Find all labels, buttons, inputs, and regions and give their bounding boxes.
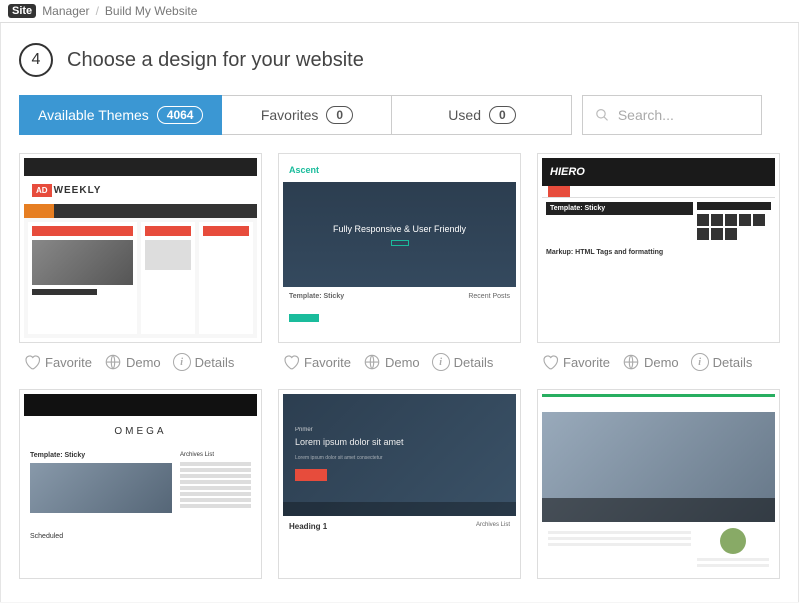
globe-icon bbox=[622, 353, 640, 371]
details-button[interactable]: iDetails bbox=[428, 351, 498, 373]
step-number-circle: 4 bbox=[19, 43, 53, 77]
theme-thumb-green[interactable] bbox=[537, 389, 780, 579]
details-button[interactable]: iDetails bbox=[169, 351, 239, 373]
tab-used-count: 0 bbox=[489, 106, 516, 124]
theme-card: Ascent Fully Responsive & User Friendly … bbox=[278, 153, 521, 373]
tab-favorites-count: 0 bbox=[326, 106, 353, 124]
breadcrumb-sep: / bbox=[96, 4, 99, 18]
globe-icon bbox=[104, 353, 122, 371]
favorite-button[interactable]: Favorite bbox=[537, 351, 614, 373]
theme-actions: Favorite Demo iDetails bbox=[537, 351, 780, 373]
breadcrumb: Site Manager / Build My Website bbox=[0, 0, 799, 23]
theme-card: ADWEEKLY Favorite Demo iDetails bbox=[19, 153, 262, 373]
heart-icon bbox=[282, 353, 300, 371]
site-badge: Site bbox=[8, 4, 36, 18]
globe-icon bbox=[363, 353, 381, 371]
themes-grid: ADWEEKLY Favorite Demo iDetails bbox=[19, 153, 780, 579]
step-header: 4 Choose a design for your website bbox=[19, 43, 780, 77]
favorite-button[interactable]: Favorite bbox=[278, 351, 355, 373]
heart-icon bbox=[23, 353, 41, 371]
breadcrumb-current: Build My Website bbox=[105, 4, 197, 18]
tab-available-label: Available Themes bbox=[38, 107, 149, 123]
details-button[interactable]: iDetails bbox=[687, 351, 757, 373]
tab-favorites-label: Favorites bbox=[261, 107, 319, 123]
heart-icon bbox=[541, 353, 559, 371]
info-icon: i bbox=[691, 353, 709, 371]
tab-available-themes[interactable]: Available Themes 4064 bbox=[19, 95, 222, 135]
step-number: 4 bbox=[32, 51, 41, 69]
theme-actions: Favorite Demo iDetails bbox=[278, 351, 521, 373]
tab-available-count: 4064 bbox=[157, 106, 204, 124]
breadcrumb-manager[interactable]: Manager bbox=[42, 4, 89, 18]
tab-used[interactable]: Used 0 bbox=[392, 95, 572, 135]
theme-card bbox=[537, 389, 780, 579]
theme-actions: Favorite Demo iDetails bbox=[19, 351, 262, 373]
theme-card: OMEGA Template: StickyScheduled Archives… bbox=[19, 389, 262, 579]
theme-card: PrimerLorem ipsum dolor sit ametLorem ip… bbox=[278, 389, 521, 579]
favorite-button[interactable]: Favorite bbox=[19, 351, 96, 373]
search-box[interactable] bbox=[582, 95, 762, 135]
theme-thumb-hiero[interactable]: HIERO Template: StickyMarkup: HTML Tags … bbox=[537, 153, 780, 343]
tab-used-label: Used bbox=[448, 107, 481, 123]
demo-button[interactable]: Demo bbox=[100, 351, 165, 373]
tabs-row: Available Themes 4064 Favorites 0 Used 0 bbox=[19, 95, 780, 135]
theme-card: HIERO Template: StickyMarkup: HTML Tags … bbox=[537, 153, 780, 373]
demo-button[interactable]: Demo bbox=[359, 351, 424, 373]
theme-thumb-weekly[interactable]: ADWEEKLY bbox=[19, 153, 262, 343]
theme-thumb-primer[interactable]: PrimerLorem ipsum dolor sit ametLorem ip… bbox=[278, 389, 521, 579]
tab-favorites[interactable]: Favorites 0 bbox=[222, 95, 392, 135]
info-icon: i bbox=[173, 353, 191, 371]
demo-button[interactable]: Demo bbox=[618, 351, 683, 373]
content: 4 Choose a design for your website Avail… bbox=[0, 23, 799, 602]
search-icon bbox=[595, 107, 609, 123]
theme-thumb-omega[interactable]: OMEGA Template: StickyScheduled Archives… bbox=[19, 389, 262, 579]
theme-thumb-ascent[interactable]: Ascent Fully Responsive & User Friendly … bbox=[278, 153, 521, 343]
info-icon: i bbox=[432, 353, 450, 371]
search-input[interactable] bbox=[610, 97, 750, 133]
step-title: Choose a design for your website bbox=[67, 49, 364, 72]
